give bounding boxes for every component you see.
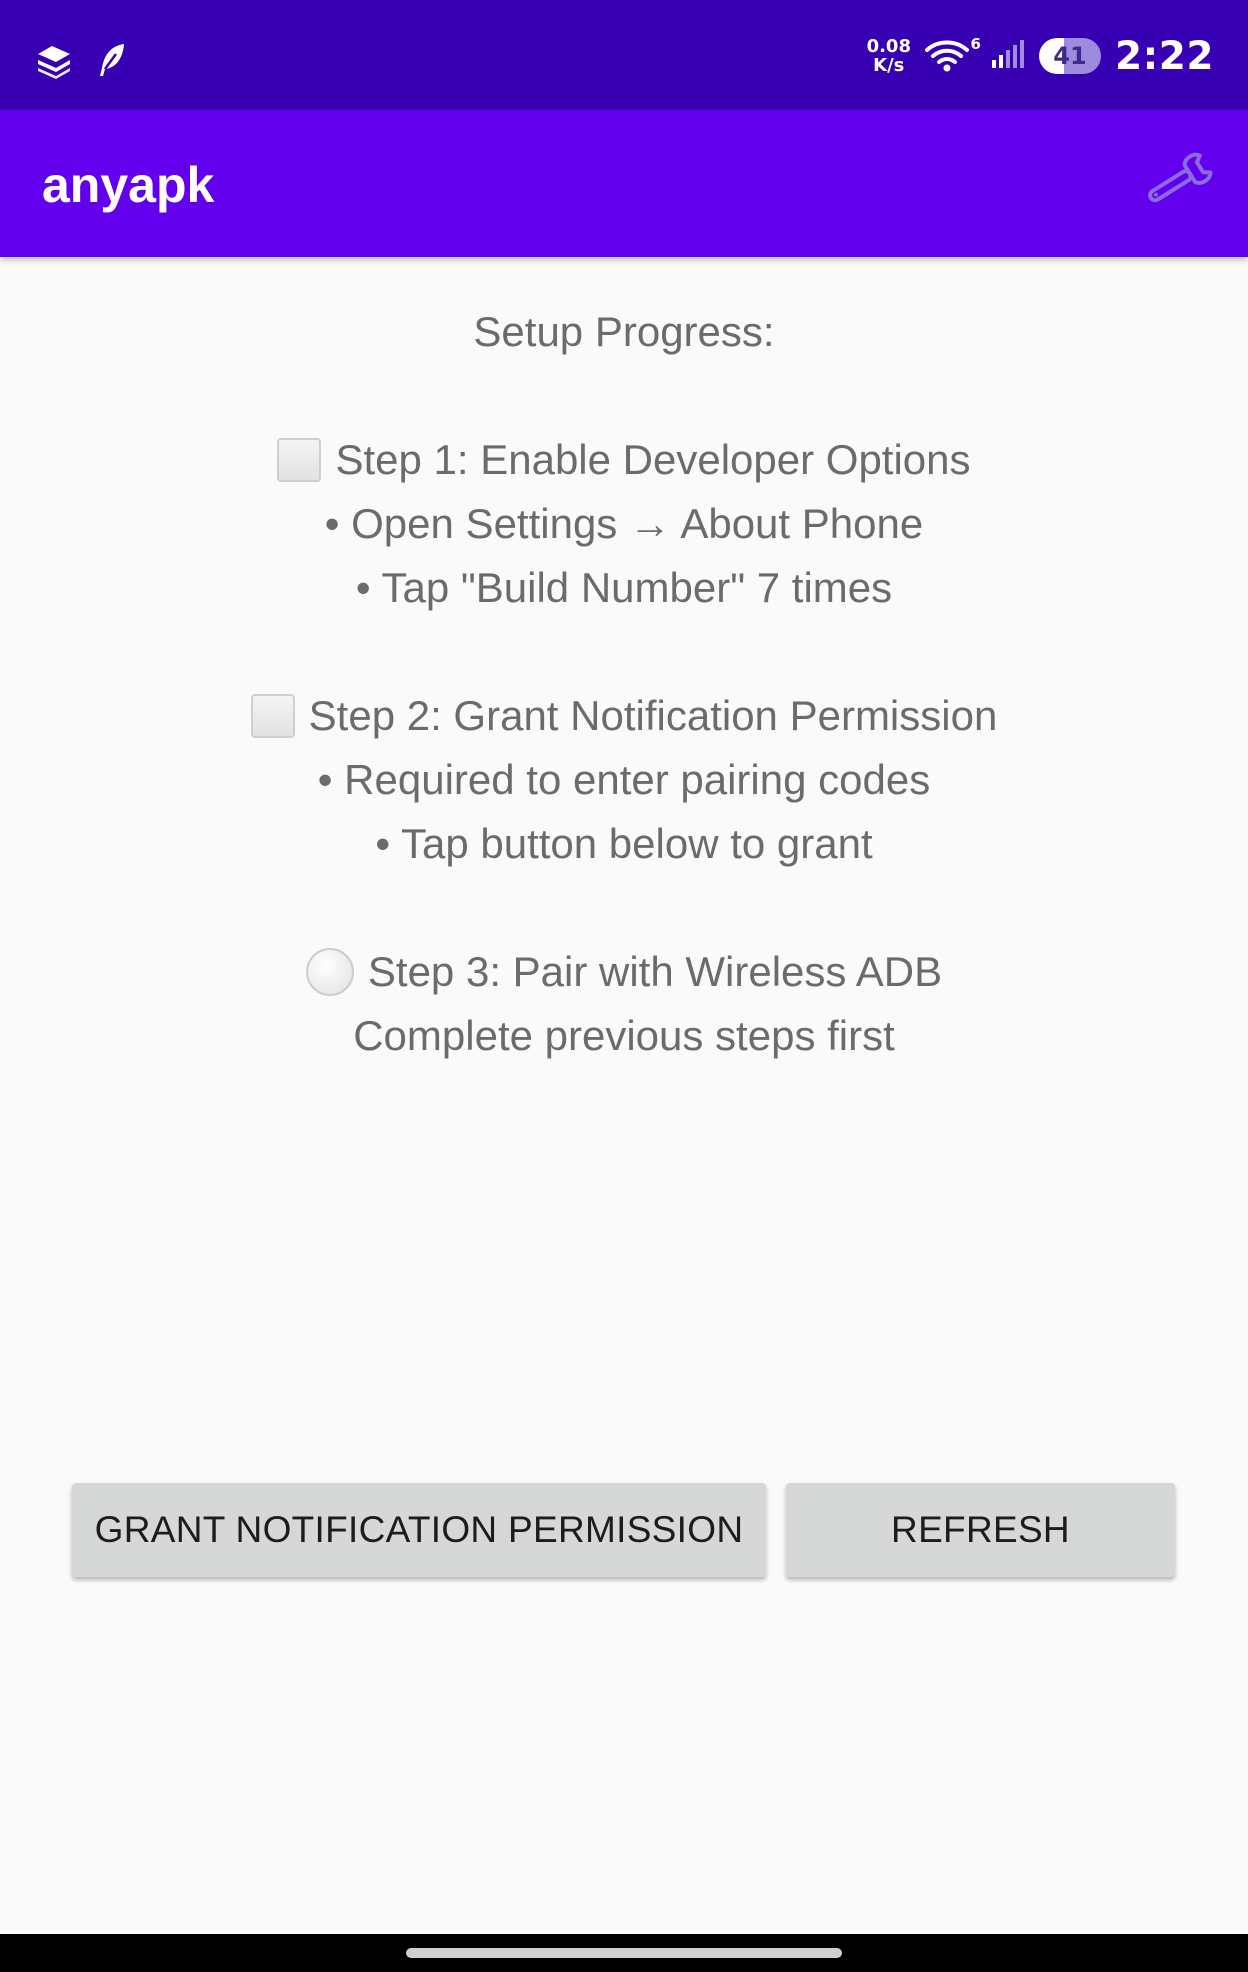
setup-progress: Setup Progress: Step 1: Enable Developer… <box>0 300 1248 1068</box>
wifi-icon: 6 <box>924 35 981 73</box>
tools-button[interactable] <box>1138 148 1218 218</box>
network-speed-unit: K/s <box>873 55 905 76</box>
app-bar: anyapk <box>0 110 1248 257</box>
status-bar: 0.08 K/s 6 41 2:22 <box>0 0 1248 110</box>
wifi-badge: 6 <box>970 35 981 53</box>
refresh-button[interactable]: REFRESH <box>786 1483 1175 1577</box>
navigation-bar <box>0 1934 1248 1972</box>
battery-icon: 41 <box>1038 38 1101 74</box>
step-2-title-line: Step 2: Grant Notification Permission <box>0 684 1248 748</box>
checkbox-empty-icon <box>250 694 295 738</box>
app-title: anyapk <box>42 157 215 213</box>
step-1-title-line: Step 1: Enable Developer Options <box>0 428 1248 492</box>
action-buttons: GRANT NOTIFICATION PERMISSION REFRESH <box>72 1483 1175 1577</box>
step-1-detail-1: • Open Settings → About Phone <box>324 500 924 547</box>
step-3-title-line: Step 3: Pair with Wireless ADB <box>0 940 1248 1004</box>
status-bar-right: 0.08 K/s 6 41 2:22 <box>867 28 1214 84</box>
wrench-icon <box>1140 151 1216 215</box>
step-2-detail-1: • Required to enter pairing codes <box>317 756 931 803</box>
network-speed: 0.08 K/s <box>867 37 911 75</box>
grant-notification-permission-button[interactable]: GRANT NOTIFICATION PERMISSION <box>72 1483 766 1577</box>
step-2-title: Step 2: Grant Notification Permission <box>308 692 998 739</box>
setup-progress-header: Setup Progress: <box>473 308 775 355</box>
network-speed-value: 0.08 <box>866 36 911 57</box>
status-bar-left <box>34 40 128 84</box>
clock: 2:22 <box>1114 33 1214 79</box>
step-3-title: Step 3: Pair with Wireless ADB <box>367 948 943 995</box>
stack-icon <box>34 40 74 84</box>
step-1-detail-2: • Tap "Build Number" 7 times <box>355 564 893 611</box>
step-2-detail-2: • Tap button below to grant <box>375 820 873 867</box>
gesture-handle[interactable] <box>406 1948 842 1958</box>
circle-empty-icon <box>305 948 354 996</box>
battery-level: 41 <box>1053 42 1087 70</box>
feather-icon <box>96 42 128 82</box>
signal-icon <box>991 38 1025 74</box>
checkbox-empty-icon <box>277 438 322 482</box>
step-3-detail-1: Complete previous steps first <box>353 1012 895 1059</box>
step-1-title: Step 1: Enable Developer Options <box>335 436 971 483</box>
